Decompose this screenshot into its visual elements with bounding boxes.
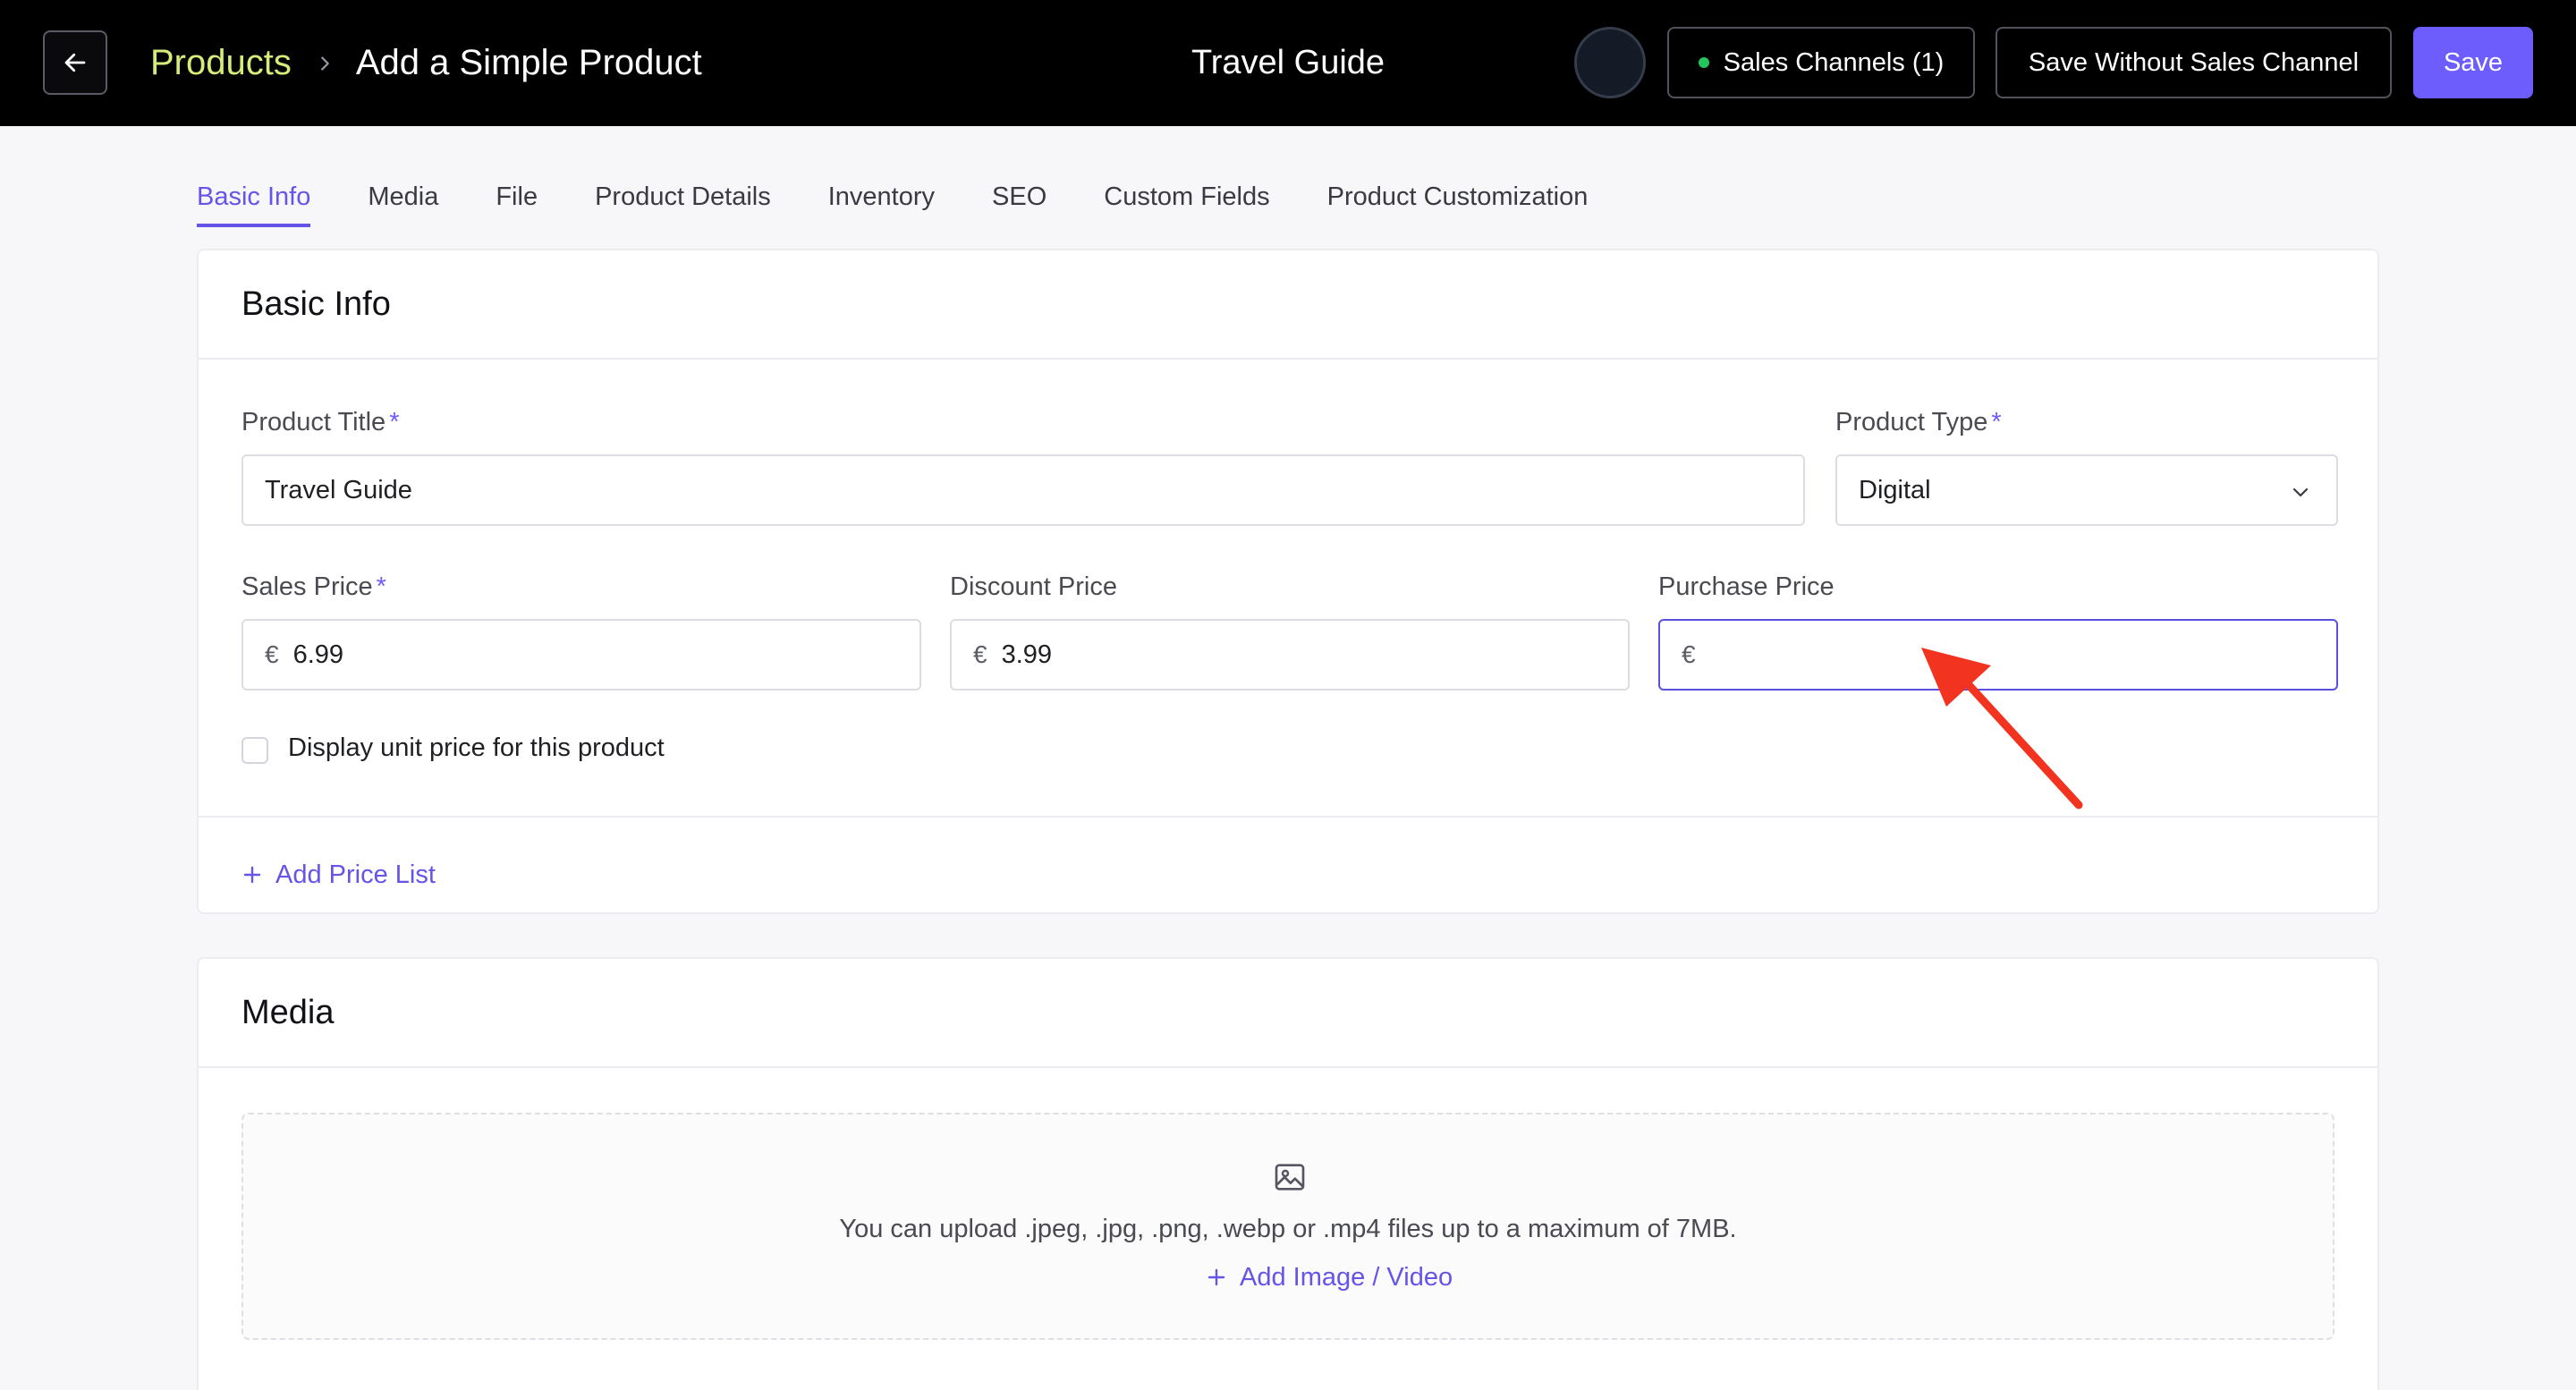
- divider: [199, 816, 2377, 818]
- discount-price-input[interactable]: € 3.99: [950, 619, 1630, 691]
- unit-price-checkbox[interactable]: [242, 737, 268, 764]
- arrow-left-icon: [64, 53, 86, 72]
- avatar[interactable]: [1574, 27, 1646, 98]
- sales-price-input[interactable]: € 6.99: [242, 619, 921, 691]
- back-button[interactable]: [43, 30, 107, 95]
- plus-icon: [1206, 1267, 1227, 1288]
- media-dropzone[interactable]: You can upload .jpeg, .jpg, .png, .webp …: [242, 1113, 2334, 1340]
- add-price-list-button[interactable]: Add Price List: [242, 848, 436, 902]
- required-mark: *: [376, 572, 386, 601]
- product-type-label: Product Type *: [1835, 408, 2002, 437]
- save-without-sales-channel-button[interactable]: Save Without Sales Channel: [1996, 27, 2392, 98]
- required-mark: *: [389, 408, 400, 436]
- save-button[interactable]: Save: [2413, 27, 2533, 98]
- product-type-value: Digital: [1859, 475, 1931, 504]
- tab-seo[interactable]: SEO: [992, 170, 1046, 227]
- tab-product-customization[interactable]: Product Customization: [1327, 170, 1589, 227]
- section-tabs: Basic Info Media File Product Details In…: [197, 170, 1645, 227]
- euro-sign: €: [265, 640, 279, 668]
- sales-price-label: Sales Price *: [242, 572, 386, 602]
- tab-file[interactable]: File: [496, 170, 538, 227]
- chevron-right-icon: [315, 54, 335, 73]
- sales-channels-button[interactable]: Sales Channels (1): [1667, 27, 1975, 98]
- sales-price-value: 6.99: [292, 640, 344, 669]
- divider: [199, 1066, 2377, 1068]
- add-price-list-label: Add Price List: [275, 860, 436, 889]
- purchase-price-input[interactable]: €: [1658, 619, 2338, 691]
- chevron-down-icon: [2292, 487, 2309, 497]
- plus-icon: [242, 864, 263, 886]
- add-image-video-button[interactable]: Add Image / Video: [1206, 1258, 1453, 1297]
- basic-info-heading: Basic Info: [242, 284, 391, 323]
- breadcrumb: Products Add a Simple Product: [150, 0, 702, 126]
- required-mark: *: [1991, 408, 2002, 436]
- tab-basic-info[interactable]: Basic Info: [197, 170, 311, 227]
- product-name-title: Travel Guide: [1191, 44, 1385, 81]
- sales-channels-label: Sales Channels (1): [1723, 47, 1945, 77]
- upload-hint: You can upload .jpeg, .jpg, .png, .webp …: [839, 1215, 1737, 1243]
- unit-price-checkbox-label[interactable]: Display unit price for this product: [288, 733, 665, 763]
- product-title-input[interactable]: Travel Guide: [242, 454, 1805, 526]
- add-image-video-label: Add Image / Video: [1240, 1262, 1453, 1292]
- media-card: Media You can upload .jpeg, .jpg, .png, …: [197, 957, 2379, 1390]
- product-title-label-text: Product Title: [242, 408, 386, 436]
- euro-sign: €: [973, 640, 987, 668]
- tab-product-details[interactable]: Product Details: [595, 170, 771, 227]
- purchase-price-label: Purchase Price: [1658, 572, 1835, 601]
- basic-info-card: Basic Info Product Title * Travel Guide P…: [197, 249, 2379, 914]
- discount-price-value: 3.99: [1001, 640, 1053, 669]
- tab-media[interactable]: Media: [368, 170, 438, 227]
- product-title-label: Product Title *: [242, 408, 399, 437]
- top-bar: Products Add a Simple Product Travel Gui…: [0, 0, 2576, 126]
- tab-custom-fields[interactable]: Custom Fields: [1104, 170, 1269, 227]
- euro-sign: €: [1682, 640, 1696, 668]
- breadcrumb-products-link[interactable]: Products: [150, 43, 292, 83]
- image-icon: [1275, 1164, 1305, 1191]
- divider: [199, 358, 2377, 360]
- status-dot-icon: [1698, 57, 1709, 68]
- discount-price-label: Discount Price: [950, 572, 1117, 601]
- product-type-select[interactable]: Digital: [1835, 454, 2338, 526]
- product-title-value: Travel Guide: [265, 475, 412, 504]
- product-type-label-text: Product Type: [1835, 408, 1988, 436]
- tab-inventory[interactable]: Inventory: [828, 170, 935, 227]
- media-heading: Media: [242, 993, 335, 1031]
- sales-price-label-text: Sales Price: [242, 572, 373, 601]
- breadcrumb-current: Add a Simple Product: [355, 43, 702, 82]
